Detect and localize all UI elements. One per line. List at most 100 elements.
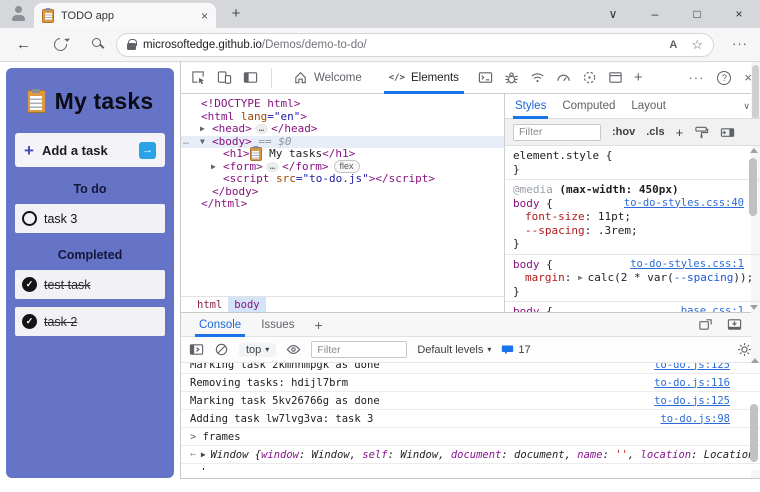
style-line[interactable]: } xyxy=(505,163,760,177)
activity-bar-icon[interactable] xyxy=(243,70,258,85)
tab-actions-chevron-icon[interactable]: ∨ xyxy=(592,7,634,21)
source-link[interactable]: base.css:1 xyxy=(681,305,744,312)
tab-close-icon[interactable]: × xyxy=(201,9,208,23)
new-tab-button[interactable]: + xyxy=(226,5,246,22)
clear-console-icon[interactable] xyxy=(214,342,229,357)
log-levels-selector[interactable]: Default levels ▾ xyxy=(417,344,491,356)
console-scrollbar[interactable] xyxy=(749,356,759,466)
breadcrumb-item[interactable]: body xyxy=(228,296,266,313)
add-task-input[interactable]: Add a task xyxy=(42,143,108,158)
breadcrumb-item[interactable]: html xyxy=(191,297,228,313)
style-line[interactable]: body {to-do-styles.css:40 xyxy=(505,197,760,211)
source-link[interactable]: to-do-styles.css:1 xyxy=(630,258,744,272)
console-settings-gear-icon[interactable] xyxy=(737,342,752,357)
console-row[interactable]: Marking task 2kmnhmpgk as done to-do.js:1… xyxy=(181,363,760,374)
scroll-up-icon[interactable] xyxy=(750,148,758,153)
expand-arrow-icon[interactable]: ▶ xyxy=(211,161,216,174)
profile-icon[interactable] xyxy=(10,6,26,22)
styles-filter-input[interactable] xyxy=(513,123,601,141)
scrollbar-thumb[interactable] xyxy=(750,404,758,462)
source-link[interactable]: to-do.js:125 xyxy=(654,363,730,371)
dom-tree-node[interactable]: ▶ <head>… </head> xyxy=(181,122,504,136)
chevron-down-icon[interactable]: ∨ xyxy=(743,101,750,112)
source-link[interactable]: to-do.js:125 xyxy=(654,395,730,407)
read-aloud-icon[interactable]: A xyxy=(669,39,677,51)
source-link[interactable]: to-do.js:116 xyxy=(654,377,730,389)
message-count[interactable]: 17 xyxy=(501,343,531,356)
tab-elements[interactable]: </> Elements xyxy=(381,62,467,94)
scroll-down-icon[interactable] xyxy=(750,305,758,310)
unchecked-circle-icon[interactable] xyxy=(22,211,37,226)
style-line[interactable]: font-size: 11pt; xyxy=(505,210,760,224)
tab-welcome[interactable]: Welcome xyxy=(285,62,370,94)
console-row[interactable]: Adding task lw7lvg3va: task 3 to-do.js:98 xyxy=(181,410,760,428)
close-window-button[interactable]: × xyxy=(718,7,760,21)
browser-menu-icon[interactable]: ··· xyxy=(732,36,748,51)
tab-console[interactable]: Console xyxy=(191,313,249,337)
style-line[interactable]: element.style { xyxy=(505,149,760,163)
add-drawer-tab-button[interactable]: + xyxy=(306,317,330,333)
dom-tree-node[interactable]: <h1> My tasks </h1> xyxy=(181,147,504,162)
minimize-button[interactable]: – xyxy=(634,7,676,21)
debugger-bug-icon[interactable] xyxy=(504,70,519,85)
refresh-button[interactable] xyxy=(51,35,70,54)
expand-arrow-icon[interactable]: ▶ xyxy=(200,123,205,136)
dom-tree-node[interactable]: <!DOCTYPE html> xyxy=(181,97,504,111)
performance-gauge-icon[interactable] xyxy=(556,70,571,85)
new-style-rule-button[interactable]: + xyxy=(676,125,684,140)
style-line[interactable]: body {to-do-styles.css:1 xyxy=(505,253,760,272)
checked-circle-icon[interactable]: ✓ xyxy=(22,277,37,292)
task-item[interactable]: ✓ task 2 xyxy=(15,307,165,336)
context-selector[interactable]: top ▾ xyxy=(239,342,277,357)
style-line[interactable]: body {base.css:1 xyxy=(505,301,760,312)
console-row[interactable]: ← ▶ Window {window: Window, self: Window… xyxy=(181,446,760,464)
toggle-hover-state-button[interactable]: :hov xyxy=(612,126,635,138)
back-button[interactable]: ← xyxy=(16,36,31,53)
console-row[interactable]: Marking task 5kv26766g as done to-do.js:1… xyxy=(181,392,760,410)
console-filter-input[interactable] xyxy=(311,341,408,358)
search-button[interactable] xyxy=(92,38,101,47)
checked-circle-icon[interactable]: ✓ xyxy=(22,314,37,329)
dom-tree-node[interactable]: <script src ="to-do.js" > </script> xyxy=(181,172,504,186)
scrollbar-thumb[interactable] xyxy=(749,158,757,216)
console-row[interactable]: > xyxy=(181,464,760,470)
live-expression-eye-icon[interactable] xyxy=(286,342,301,357)
memory-profiler-icon[interactable] xyxy=(582,70,597,85)
inspect-element-icon[interactable] xyxy=(191,70,206,85)
style-line[interactable]: } xyxy=(505,237,760,251)
computed-sidebar-toggle-icon[interactable] xyxy=(720,125,735,140)
expand-arrow-icon[interactable]: ▼ xyxy=(200,136,205,149)
browser-tab[interactable]: TODO app × xyxy=(34,3,216,28)
network-wifi-icon[interactable] xyxy=(530,70,545,85)
style-line[interactable]: margin: ▶ calc(2 * var(--spacing)); xyxy=(505,271,760,285)
tab-styles[interactable]: Styles xyxy=(512,94,549,119)
tab-issues[interactable]: Issues xyxy=(253,313,302,337)
rendering-brush-icon[interactable] xyxy=(694,125,709,140)
console-sidebar-toggle-icon[interactable] xyxy=(189,342,204,357)
favorite-star-icon[interactable]: ☆ xyxy=(691,37,703,53)
add-task-form[interactable]: + Add a task → xyxy=(15,133,165,167)
help-icon[interactable]: ? xyxy=(717,70,732,85)
more-tools-button[interactable]: + xyxy=(634,69,643,86)
task-item[interactable]: task 3 xyxy=(15,204,165,233)
task-item[interactable]: ✓ test task xyxy=(15,270,165,299)
lock-icon[interactable] xyxy=(127,39,137,50)
device-emulation-icon[interactable] xyxy=(217,70,232,85)
styles-scrollbar[interactable] xyxy=(748,148,758,310)
devtools-menu-icon[interactable]: ··· xyxy=(688,70,704,85)
expand-drawer-icon[interactable] xyxy=(727,317,742,332)
undock-drawer-icon[interactable] xyxy=(698,317,713,332)
console-row[interactable]: Removing tasks: hdijl7brm to-do.js:116 xyxy=(181,374,760,392)
style-line[interactable]: @media (max-width: 450px) xyxy=(505,179,760,197)
scroll-up-icon[interactable] xyxy=(751,358,759,363)
source-link[interactable]: to-do-styles.css:40 xyxy=(624,197,744,211)
address-bar[interactable]: microsoftedge.github.io/Demos/demo-to-do… xyxy=(116,33,714,57)
url-text[interactable]: microsoftedge.github.io/Demos/demo-to-do… xyxy=(143,39,662,51)
application-tool-icon[interactable] xyxy=(608,70,623,85)
tab-computed[interactable]: Computed xyxy=(562,94,615,119)
tab-layout[interactable]: Layout xyxy=(631,94,666,119)
add-task-submit-button[interactable]: → xyxy=(139,141,156,159)
style-line[interactable]: --spacing: .3rem; xyxy=(505,224,760,238)
overflow-dots-icon[interactable]: … xyxy=(183,136,189,149)
console-row[interactable]: > frames xyxy=(181,428,760,446)
